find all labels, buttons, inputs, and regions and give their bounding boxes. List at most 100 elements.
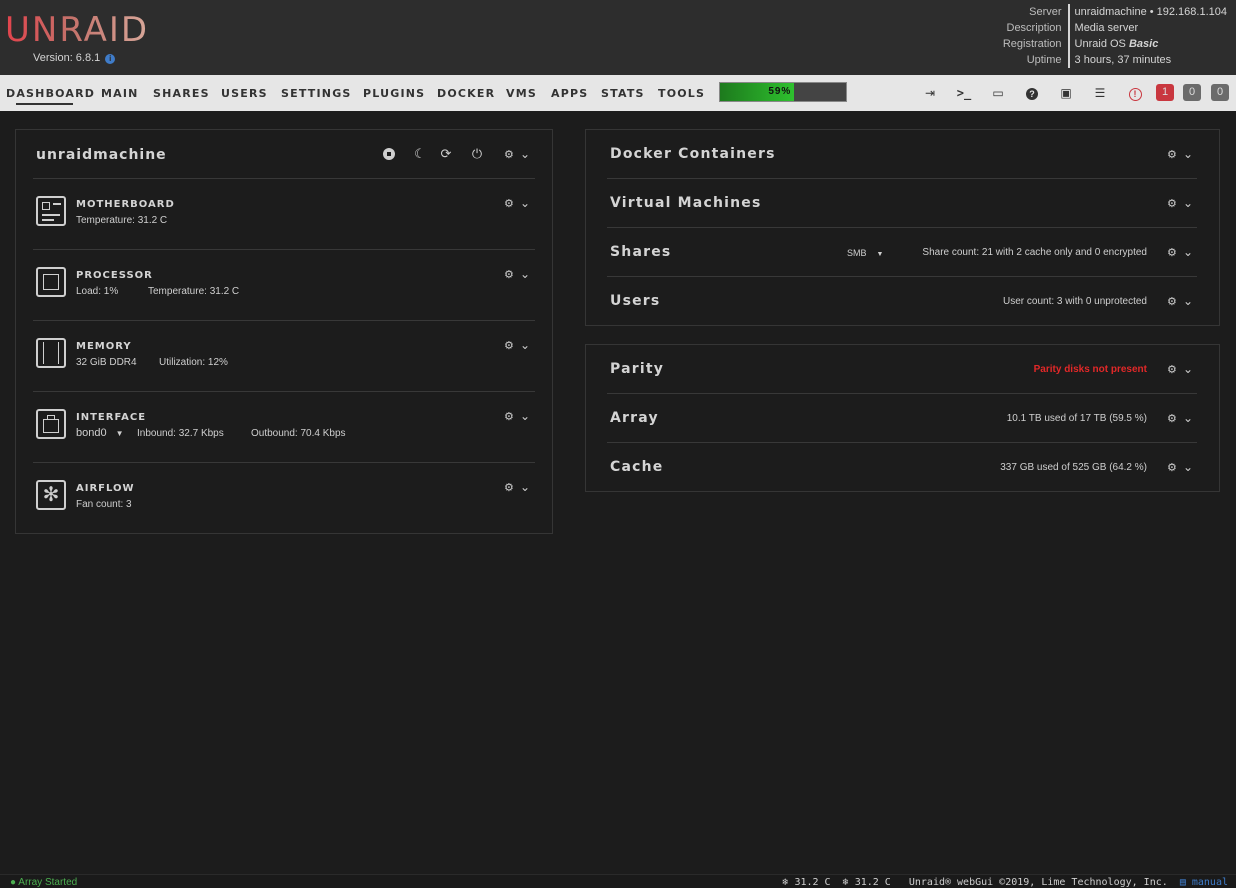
interface-select[interactable]: bond0 ▼ [76, 427, 124, 439]
motherboard-settings-toggle[interactable]: ⚙ ⌄ [504, 196, 534, 211]
shares-settings-toggle[interactable]: ⚙ ⌄ [1167, 245, 1197, 260]
fan-temp-icon: ❄ [782, 877, 789, 888]
gear-icon[interactable]: ⚙ [504, 268, 514, 281]
processor-row: PROCESSOR Load: 1% Temperature: 31.2 C ⚙… [16, 249, 552, 320]
array-status-text: Array Started [18, 877, 78, 888]
gear-icon[interactable]: ⚙ [1167, 246, 1177, 259]
system-settings-toggle[interactable]: ⚙ ⌄ [504, 147, 534, 162]
manual-link[interactable]: ▤ manual [1180, 877, 1228, 888]
interface-inbound: Inbound: 32.7 Kbps [137, 428, 224, 439]
chevron-down-icon[interactable]: ⌄ [1183, 147, 1193, 161]
chevron-down-icon[interactable]: ⌄ [520, 196, 530, 210]
help-icon[interactable]: ? [1024, 85, 1040, 101]
nav-shares[interactable]: SHARES [153, 87, 210, 100]
nav-settings[interactable]: SETTINGS [281, 87, 352, 100]
gear-icon[interactable]: ⚙ [1167, 148, 1177, 161]
registration-value[interactable]: Unraid OS Basic [1067, 36, 1227, 52]
play-circle-icon: ● [10, 877, 17, 888]
motherboard-title: MOTHERBOARD [76, 199, 175, 210]
nav-docker[interactable]: DOCKER [437, 87, 495, 100]
array-row: Array 10.1 TB used of 17 TB (59.5 %) ⚙ ⌄ [586, 394, 1219, 443]
motherboard-icon [36, 196, 66, 226]
nav-vms[interactable]: VMS [506, 87, 537, 100]
info-icon[interactable]: i [105, 54, 116, 64]
chevron-down-icon[interactable]: ⌄ [520, 480, 530, 494]
footer-temp-1: 31.2 C [794, 877, 831, 888]
stop-icon[interactable] [381, 146, 397, 162]
chevron-down-icon[interactable]: ⌄ [520, 338, 530, 352]
user-count: User count: 3 with 0 unprotected [1003, 296, 1147, 307]
array-settings-toggle[interactable]: ⚙ ⌄ [1167, 411, 1197, 426]
vms-row: Virtual Machines ⚙ ⌄ [586, 179, 1219, 228]
fan-count: Fan count: 3 [76, 499, 132, 510]
share-protocol-select[interactable]: SMB ▼ [847, 248, 883, 258]
gear-icon[interactable]: ⚙ [1167, 461, 1177, 474]
log-icon[interactable]: ☰ [1092, 85, 1108, 101]
docker-settings-toggle[interactable]: ⚙ ⌄ [1167, 147, 1197, 162]
monitor-icon[interactable]: ▣ [1058, 85, 1074, 101]
cache-settings-toggle[interactable]: ⚙ ⌄ [1167, 460, 1197, 475]
chevron-down-icon[interactable]: ⌄ [1183, 245, 1193, 259]
chevron-down-icon[interactable]: ⌄ [1183, 294, 1193, 308]
logout-icon[interactable]: ⇥ [922, 85, 938, 101]
parity-settings-toggle[interactable]: ⚙ ⌄ [1167, 362, 1197, 377]
gear-icon[interactable]: ⚙ [1167, 363, 1177, 376]
processor-settings-toggle[interactable]: ⚙ ⌄ [504, 267, 534, 282]
gear-icon[interactable]: ⚙ [1167, 295, 1177, 308]
footer-right: ❄ 31.2 C ❄ 31.2 C Unraid® webGui ©2019, … [782, 877, 1228, 888]
unraid-logo[interactable]: UNRAID [5, 10, 149, 50]
chevron-down-icon[interactable]: ⌄ [1183, 411, 1193, 425]
users-settings-toggle[interactable]: ⚙ ⌄ [1167, 294, 1197, 309]
dropdown-arrow-icon[interactable]: ▼ [877, 251, 884, 258]
gear-icon[interactable]: ⚙ [504, 410, 514, 423]
nav-plugins[interactable]: PLUGINS [363, 87, 425, 100]
alert-count-badge[interactable]: 1 [1156, 84, 1174, 101]
nav-dashboard[interactable]: DASHBOARD [6, 87, 95, 105]
alert-circle-icon[interactable]: ! [1127, 85, 1143, 101]
chevron-down-icon[interactable]: ⌄ [1183, 196, 1193, 210]
memory-settings-toggle[interactable]: ⚙ ⌄ [504, 338, 534, 353]
chevron-down-icon[interactable]: ⌄ [520, 267, 530, 281]
nav-main[interactable]: MAIN [101, 87, 139, 100]
gear-icon[interactable]: ⚙ [1167, 412, 1177, 425]
nav-users[interactable]: USERS [221, 87, 268, 100]
vms-settings-toggle[interactable]: ⚙ ⌄ [1167, 196, 1197, 211]
description-key: Description [1006, 22, 1062, 34]
chevron-down-icon[interactable]: ⌄ [520, 409, 530, 423]
footer: ● Array Started ❄ 31.2 C ❄ 31.2 C Unraid… [0, 874, 1236, 888]
array-status: ● Array Started [10, 877, 77, 888]
chevron-down-icon[interactable]: ⌄ [520, 147, 530, 161]
power-icon[interactable]: ⏻ [469, 146, 485, 162]
terminal-icon[interactable]: >_ [956, 85, 972, 101]
main-nav: DASHBOARD MAIN SHARES USERS SETTINGS PLU… [0, 75, 1236, 111]
nav-stats[interactable]: STATS [601, 87, 645, 100]
airflow-row: ✻ AIRFLOW Fan count: 3 ⚙ ⌄ [16, 462, 552, 533]
header: UNRAID Version: 6.8.1 i Server unraidmachi… [0, 0, 1236, 75]
nav-tools[interactable]: TOOLS [658, 87, 705, 100]
reboot-icon[interactable]: ⟳ [438, 146, 454, 162]
memory-row: MEMORY 32 GiB DDR4 Utilization: 12% ⚙ ⌄ [16, 320, 552, 391]
interface-settings-toggle[interactable]: ⚙ ⌄ [504, 409, 534, 424]
gear-icon[interactable]: ⚙ [504, 197, 514, 210]
chevron-down-icon[interactable]: ⌄ [1183, 460, 1193, 474]
notice-count-badge[interactable]: 0 [1211, 84, 1229, 101]
system-panel: unraidmachine ☾ ⟳ ⏻ ⚙ ⌄ MOTHERBOARD Tempe… [15, 129, 553, 534]
gear-icon[interactable]: ⚙ [504, 481, 514, 494]
feedback-icon[interactable]: ▭ [990, 85, 1006, 101]
airflow-title: AIRFLOW [76, 483, 135, 494]
warning-count-badge[interactable]: 0 [1183, 84, 1201, 101]
chevron-down-icon[interactable]: ⌄ [1183, 362, 1193, 376]
gear-icon[interactable]: ⚙ [504, 148, 514, 161]
registration-os: Unraid OS [1074, 38, 1129, 50]
sleep-moon-icon[interactable]: ☾ [412, 146, 428, 162]
nav-apps[interactable]: APPS [551, 87, 588, 100]
gear-icon[interactable]: ⚙ [1167, 197, 1177, 210]
memory-title: MEMORY [76, 341, 132, 352]
gear-icon[interactable]: ⚙ [504, 339, 514, 352]
interface-outbound: Outbound: 70.4 Kbps [251, 428, 346, 439]
motherboard-row: MOTHERBOARD Temperature: 31.2 C ⚙ ⌄ [16, 178, 552, 249]
fan-icon: ✻ [36, 480, 66, 510]
airflow-settings-toggle[interactable]: ⚙ ⌄ [504, 480, 534, 495]
hostname-title: unraidmachine [36, 147, 167, 163]
dropdown-arrow-icon[interactable]: ▼ [116, 429, 124, 438]
